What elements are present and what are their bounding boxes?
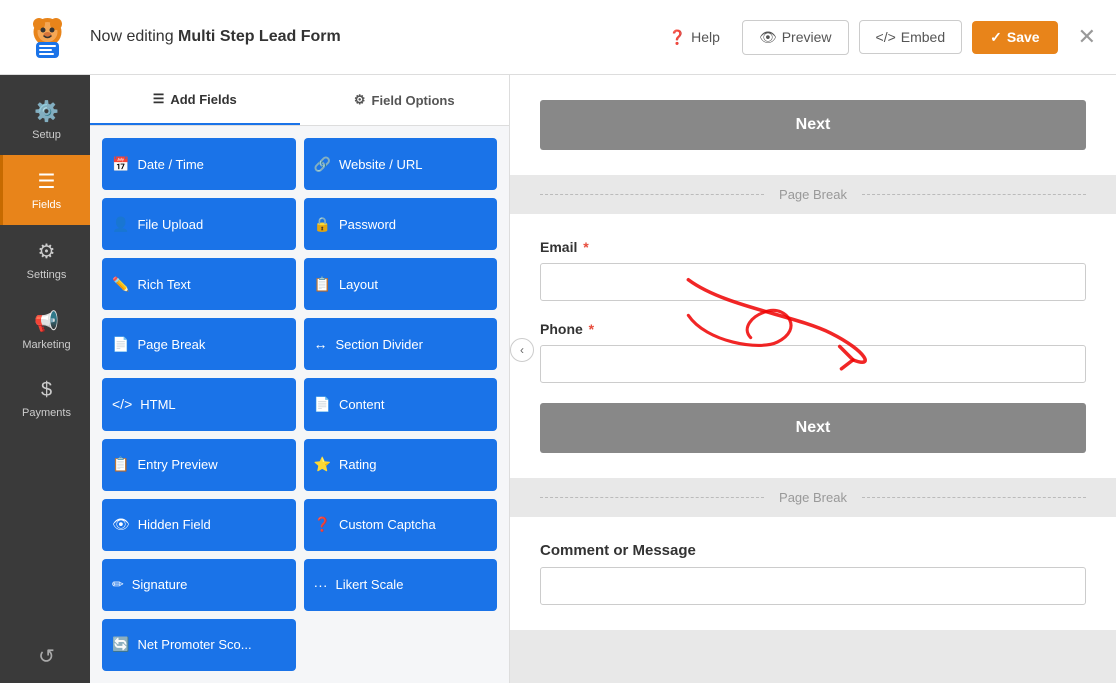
comment-label: Comment or Message <box>540 542 1086 559</box>
panel-tabs: ☰ Add Fields ⚙ Field Options <box>90 75 509 126</box>
sidebar-item-history[interactable]: ↺ <box>0 630 90 683</box>
sidebar-item-payments[interactable]: $ Payments <box>0 365 90 433</box>
hidden-field-icon: 👁 <box>112 516 130 533</box>
eye-icon: 👁 <box>759 29 777 46</box>
content-icon: 📄 <box>314 396 331 413</box>
fields-grid: 📅 Date / Time 🔗 Website / URL 👤 File Upl… <box>90 126 509 683</box>
code-icon: </> <box>876 29 896 45</box>
fields-panel: ☰ Add Fields ⚙ Field Options 📅 Date / Ti… <box>90 75 510 683</box>
captcha-icon: ❓ <box>314 516 331 533</box>
sidebar-item-marketing[interactable]: 📢 Marketing <box>0 295 90 365</box>
header-actions: ❓ Help 👁 Preview </> Embed ✓ Save ✕ <box>657 20 1096 55</box>
phone-label: Phone * <box>540 321 1086 337</box>
tab-add-fields[interactable]: ☰ Add Fields <box>90 75 300 125</box>
rich-text-icon: ✏️ <box>112 276 129 293</box>
field-btn-content[interactable]: 📄 Content <box>304 378 498 430</box>
field-btn-html[interactable]: </> HTML <box>102 378 296 430</box>
likert-icon: ··· <box>314 577 328 593</box>
page-break-2: Page Break <box>510 478 1116 517</box>
rating-icon: ⭐ <box>314 456 331 473</box>
net-promoter-icon: 🔄 <box>112 636 129 653</box>
comment-section: Comment or Message <box>510 517 1116 630</box>
section-divider-icon: ↔ <box>314 336 328 352</box>
email-required: * <box>579 239 588 255</box>
sidebar-nav-bottom: ↺ <box>0 630 90 683</box>
field-btn-likert-scale[interactable]: ··· Likert Scale <box>304 559 498 611</box>
close-button[interactable]: ✕ <box>1078 24 1096 50</box>
help-icon: ❓ <box>669 29 686 46</box>
next-button-1[interactable]: Next <box>540 100 1086 150</box>
fields-icon: ☰ <box>38 169 56 194</box>
preview-button[interactable]: 👁 Preview <box>742 20 849 55</box>
field-btn-net-promoter[interactable]: 🔄 Net Promoter Sco... <box>102 619 296 671</box>
phone-required: * <box>585 321 594 337</box>
html-icon: </> <box>112 396 132 412</box>
main-layout: ⚙️ Setup ☰ Fields ⚙ Settings 📢 Marketing… <box>0 75 1116 683</box>
tab-field-options[interactable]: ⚙ Field Options <box>300 75 510 125</box>
add-fields-tab-icon: ☰ <box>153 91 165 107</box>
layout-icon: 📋 <box>314 276 331 293</box>
website-icon: 🔗 <box>314 156 331 173</box>
save-button[interactable]: ✓ Save <box>972 21 1057 54</box>
field-btn-rating[interactable]: ⭐ Rating <box>304 439 498 491</box>
page-break-icon: 📄 <box>112 336 129 353</box>
email-label: Email * <box>540 239 1086 255</box>
header-title: Now editing Multi Step Lead Form <box>90 28 642 46</box>
sidebar-item-settings[interactable]: ⚙ Settings <box>0 225 90 295</box>
app-logo <box>20 10 75 65</box>
settings-icon: ⚙ <box>38 239 56 264</box>
form-card-top: Next <box>510 75 1116 175</box>
field-btn-website-url[interactable]: 🔗 Website / URL <box>304 138 498 190</box>
email-input[interactable] <box>540 263 1086 301</box>
file-upload-icon: 👤 <box>112 216 129 233</box>
page-break-1: Page Break <box>510 175 1116 214</box>
field-btn-page-break[interactable]: 📄 Page Break <box>102 318 296 370</box>
phone-field-group: Phone * <box>540 321 1086 383</box>
check-icon: ✓ <box>990 29 1002 46</box>
embed-button[interactable]: </> Embed <box>859 20 963 54</box>
form-section-email-phone: Email * Phone * Next <box>510 214 1116 478</box>
header: Now editing Multi Step Lead Form ❓ Help … <box>0 0 1116 75</box>
help-button[interactable]: ❓ Help <box>657 21 732 54</box>
collapse-panel-button[interactable]: ‹ <box>510 338 534 362</box>
field-btn-layout[interactable]: 📋 Layout <box>304 258 498 310</box>
password-icon: 🔒 <box>314 216 331 233</box>
sidebar-nav: ⚙️ Setup ☰ Fields ⚙ Settings 📢 Marketing… <box>0 75 90 683</box>
history-icon: ↺ <box>38 644 55 669</box>
payments-icon: $ <box>41 379 52 402</box>
field-btn-entry-preview[interactable]: 📋 Entry Preview <box>102 439 296 491</box>
sidebar-item-setup[interactable]: ⚙️ Setup <box>0 85 90 155</box>
field-btn-date-time[interactable]: 📅 Date / Time <box>102 138 296 190</box>
field-btn-file-upload[interactable]: 👤 File Upload <box>102 198 296 250</box>
marketing-icon: 📢 <box>34 309 59 334</box>
next-button-2[interactable]: Next <box>540 403 1086 453</box>
entry-preview-icon: 📋 <box>112 456 129 473</box>
field-btn-hidden-field[interactable]: 👁 Hidden Field <box>102 499 296 551</box>
field-btn-section-divider[interactable]: ↔ Section Divider <box>304 318 498 370</box>
email-field-group: Email * <box>540 239 1086 301</box>
field-options-tab-icon: ⚙ <box>354 92 366 108</box>
sidebar-item-fields[interactable]: ☰ Fields <box>0 155 90 225</box>
field-btn-password[interactable]: 🔒 Password <box>304 198 498 250</box>
form-preview: Next Page Break Email * Phone * Next <box>510 75 1116 683</box>
field-btn-signature[interactable]: ✏ Signature <box>102 559 296 611</box>
date-time-icon: 📅 <box>112 156 129 173</box>
field-btn-rich-text[interactable]: ✏️ Rich Text <box>102 258 296 310</box>
signature-icon: ✏ <box>112 576 124 593</box>
setup-icon: ⚙️ <box>34 99 59 124</box>
phone-input[interactable] <box>540 345 1086 383</box>
field-btn-custom-captcha[interactable]: ❓ Custom Captcha <box>304 499 498 551</box>
comment-input[interactable] <box>540 567 1086 605</box>
